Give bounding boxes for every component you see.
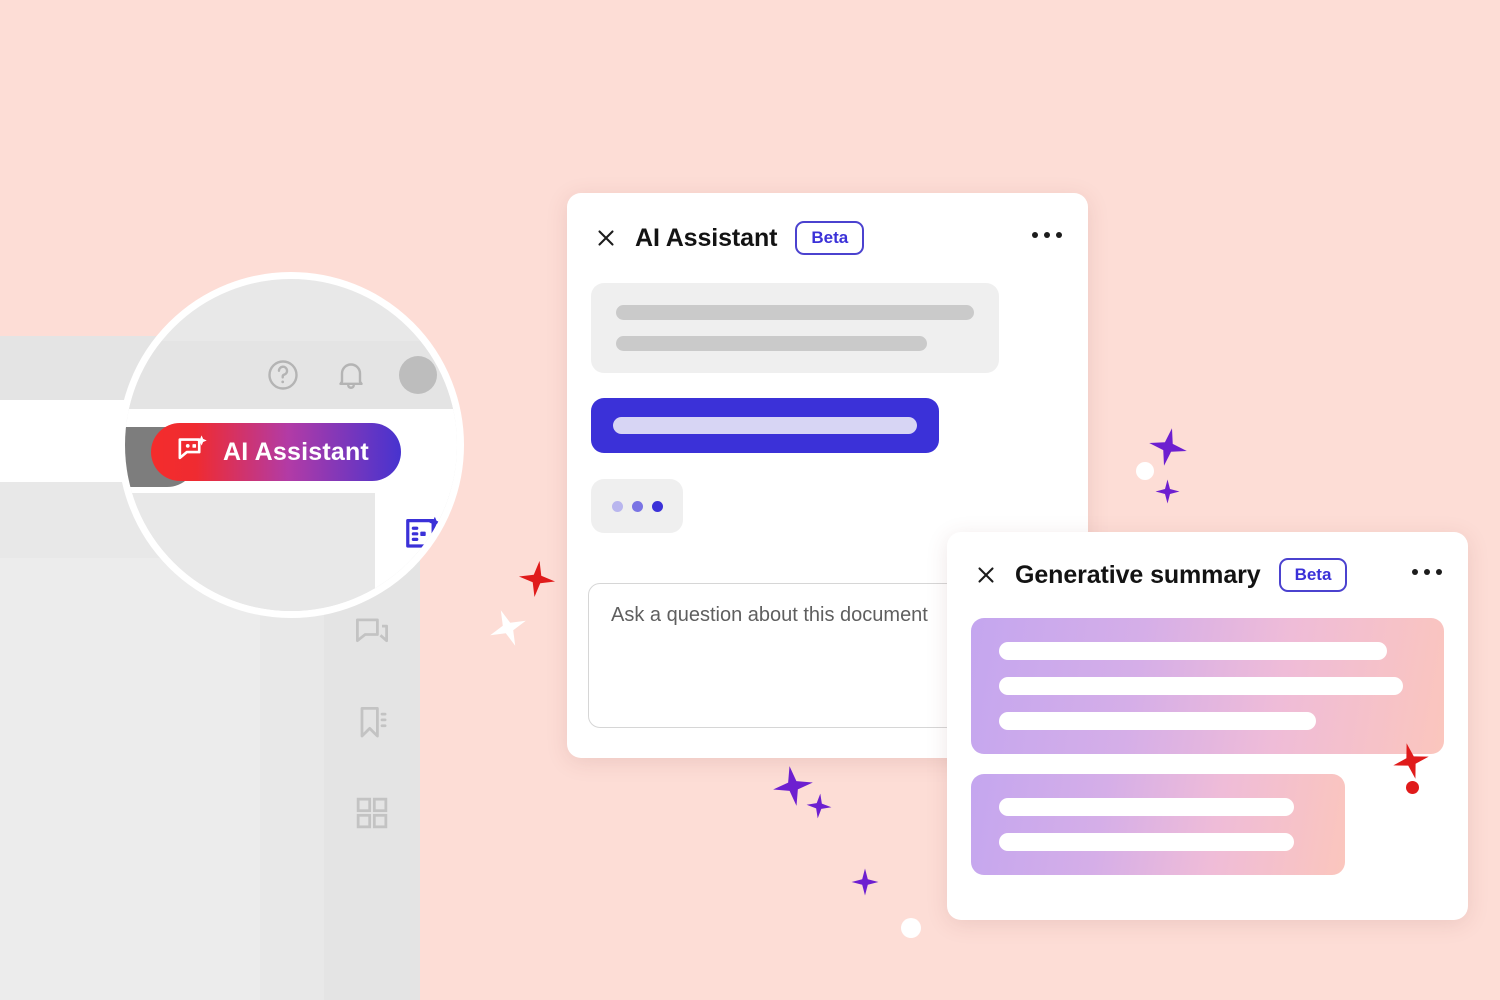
rail-divider xyxy=(400,571,446,572)
beta-badge: Beta xyxy=(1278,558,1348,592)
panel-title: AI Assistant xyxy=(635,223,778,252)
placeholder-bar xyxy=(613,417,917,434)
chat-message-list xyxy=(567,283,1088,533)
dot xyxy=(1056,232,1062,238)
help-icon[interactable] xyxy=(263,355,303,395)
rail-item-comments[interactable] xyxy=(344,605,400,661)
overflow-menu-icon[interactable] xyxy=(1032,232,1062,244)
dot xyxy=(1032,232,1038,238)
close-icon[interactable] xyxy=(593,225,619,251)
zoom-callout-content: AI Assistant xyxy=(125,279,457,611)
placeholder-bar xyxy=(999,798,1295,816)
sparkle-purple-2-icon xyxy=(1155,479,1180,504)
close-icon[interactable] xyxy=(973,562,999,588)
placeholder-bar xyxy=(999,677,1404,695)
placeholder-bar xyxy=(999,712,1316,730)
zoom-callout-circle: AI Assistant xyxy=(118,272,464,618)
zoom-action-bar: AI Assistant xyxy=(125,409,457,493)
summary-card xyxy=(971,618,1444,754)
sparkle-white-1-icon xyxy=(482,602,534,654)
summary-card xyxy=(971,774,1345,875)
assistant-message-bubble xyxy=(591,283,999,373)
dot xyxy=(1424,569,1430,575)
sparkle-purple-4-icon xyxy=(805,792,834,821)
zoom-body xyxy=(125,493,457,611)
placeholder-bar xyxy=(999,833,1295,851)
rail-item-ai-summary[interactable] xyxy=(395,507,451,563)
ai-assistant-button-zoomed[interactable]: AI Assistant xyxy=(151,423,401,481)
ai-assistant-button-label: AI Assistant xyxy=(223,437,369,466)
generative-summary-panel: Generative summary Beta xyxy=(947,532,1468,920)
panel-title: Generative summary xyxy=(1015,560,1261,589)
beta-badge: Beta xyxy=(795,221,865,255)
sparkle-red-1-icon xyxy=(516,558,559,601)
dot xyxy=(1436,569,1442,575)
typing-dot xyxy=(611,500,623,512)
dot xyxy=(1044,232,1050,238)
document-panel xyxy=(0,558,260,1000)
placeholder-bar xyxy=(616,336,928,351)
user-message-bubble xyxy=(591,398,939,453)
ai-chat-sparkle-icon xyxy=(175,432,211,473)
typing-dot xyxy=(651,500,663,512)
dot xyxy=(1412,569,1418,575)
ask-question-placeholder: Ask a question about this document xyxy=(611,604,928,626)
ai-assistant-panel-header: AI Assistant Beta xyxy=(567,193,1088,283)
sparkle-purple-5-icon xyxy=(851,868,879,896)
zoom-right-rail xyxy=(375,493,457,611)
avatar[interactable] xyxy=(399,356,437,394)
placeholder-bar xyxy=(616,305,974,320)
notification-bell-icon[interactable] xyxy=(331,355,371,395)
rail-item-bookmarks[interactable] xyxy=(344,695,400,751)
screenshot-stage: AI Assistant AI Assistant Beta Ask a que… xyxy=(0,0,1500,1000)
typing-indicator xyxy=(591,479,683,533)
dot-white-1 xyxy=(1136,462,1154,480)
dot-red-1 xyxy=(1406,781,1419,794)
dot-white-2 xyxy=(901,918,921,938)
placeholder-bar xyxy=(999,642,1387,660)
rail-item-apps-grid[interactable] xyxy=(344,785,400,841)
sparkle-purple-1-icon xyxy=(1144,423,1191,470)
generative-summary-panel-header: Generative summary Beta xyxy=(947,532,1468,618)
typing-dot xyxy=(631,500,643,512)
overflow-menu-icon[interactable] xyxy=(1412,569,1442,581)
zoom-toolbar xyxy=(125,341,457,409)
